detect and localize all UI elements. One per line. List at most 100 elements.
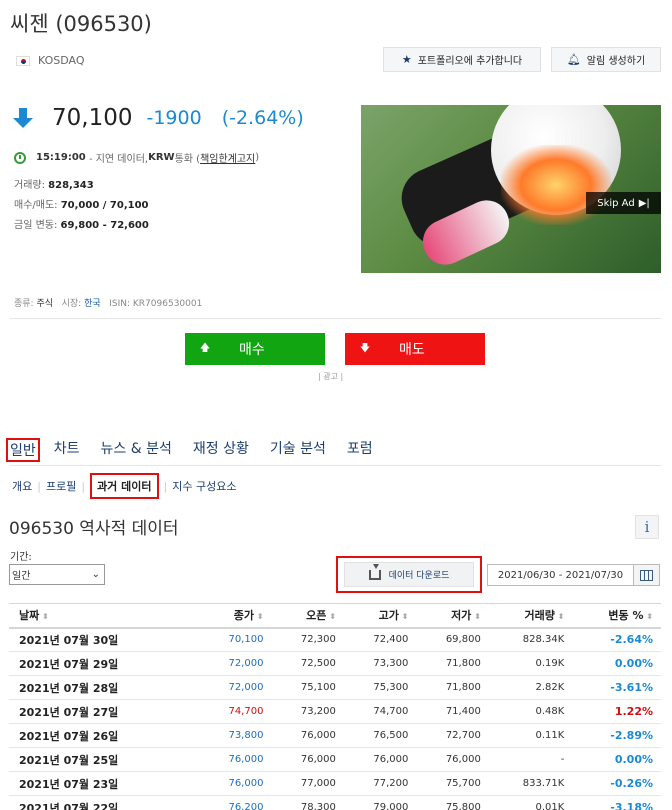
tab-forum[interactable]: 포럼	[347, 438, 373, 462]
sell-label: 매도	[399, 342, 425, 358]
disclaimer-link[interactable]: 책임한계고지	[200, 150, 255, 165]
skip-icon: ▶|	[638, 197, 650, 209]
sort-icon: ⬍	[253, 612, 264, 622]
tab-chart[interactable]: 차트	[54, 438, 80, 462]
tab-general[interactable]: 일반	[6, 438, 40, 462]
calendar-icon	[640, 569, 653, 581]
period-label: 기간:	[10, 552, 32, 563]
column-header-label: 오픈	[306, 609, 327, 623]
sort-icon: ⬍	[554, 612, 565, 622]
cell-volume: 833.71K	[488, 771, 573, 796]
day-range-value: 69,800 - 72,600	[60, 220, 149, 231]
download-data-button[interactable]: 데이터 다운로드	[344, 562, 474, 587]
calendar-button[interactable]	[634, 564, 660, 586]
subtab-overview[interactable]: 개요	[12, 478, 32, 494]
cell-close: 76,200	[199, 795, 272, 810]
price-area: 70,100 -1900 (-2.64%)	[12, 105, 304, 131]
cell-high: 72,400	[343, 627, 417, 652]
skip-ad-label: Skip Ad	[597, 197, 635, 209]
download-icon	[368, 563, 381, 580]
column-header-close[interactable]: 종가 ⬍	[199, 603, 272, 629]
market-label: 시장:	[61, 299, 85, 309]
bell-icon: 🔔︎	[566, 53, 581, 66]
subtab-historical-data[interactable]: 과거 데이터	[90, 473, 159, 499]
isin-value: KR7096530001	[132, 299, 203, 309]
isin-label: ISIN:	[109, 299, 133, 309]
sort-icon: ⬍	[39, 612, 49, 622]
cell-high: 79,000	[343, 795, 417, 810]
tab-financials[interactable]: 재정 상황	[193, 438, 249, 462]
table-row: 2021년 07월 29일 72,000 72,500 73,300 71,800 0.1…	[9, 651, 661, 676]
buy-label: 매수	[239, 342, 265, 358]
cell-date: 2021년 07월 27일	[9, 699, 199, 724]
skip-ad-button[interactable]: Skip Ad ▶|	[586, 192, 661, 214]
sort-icon: ⬍	[471, 612, 481, 622]
cell-volume: 828.34K	[488, 627, 573, 652]
video-ad[interactable]: Skip Ad ▶|	[361, 105, 661, 273]
main-tabs: 일반 차트 뉴스 & 분석 재정 상황 기술 분석 포럼	[6, 438, 394, 462]
column-header-change-pct[interactable]: 변동 % ⬍	[572, 603, 661, 629]
cell-volume: 0.19K	[488, 651, 573, 676]
column-header-date[interactable]: 날짜 ⬍	[9, 603, 199, 629]
sell-button[interactable]: 🡇 매도	[345, 333, 485, 365]
volume-row: 거래량: 828,343	[14, 176, 94, 191]
cell-date: 2021년 07월 22일	[9, 795, 199, 810]
subtab-profile[interactable]: 프로필	[46, 478, 76, 494]
column-header-high[interactable]: 고가 ⬍	[343, 603, 417, 629]
cell-open: 73,200	[271, 699, 344, 724]
cell-open: 72,500	[271, 651, 344, 676]
tab-technical[interactable]: 기술 분석	[270, 438, 326, 462]
cell-volume: -	[488, 747, 573, 772]
cell-low: 75,800	[416, 795, 489, 810]
star-icon: ★	[401, 53, 412, 66]
table-row: 2021년 07월 27일 74,700 73,200 74,700 71,400 0.4…	[9, 699, 661, 724]
cell-open: 76,000	[271, 723, 344, 748]
sort-icon: ⬍	[326, 612, 336, 622]
bidask-row: 매수/매도: 70,000 / 70,100	[14, 196, 149, 211]
cell-close: 72,000	[199, 651, 272, 676]
period-select[interactable]: 일간 ⌄	[9, 564, 105, 585]
cell-low: 71,800	[416, 651, 489, 676]
stock-meta: 종류: 주식 시장: 한국 ISIN: KR7096530001	[14, 296, 202, 309]
column-header-volume[interactable]: 거래량 ⬍	[488, 603, 573, 629]
create-alert-button[interactable]: 🔔︎ 알림 생성하기	[551, 47, 661, 72]
quote-time-row: 15:19:00 - 지연 데이터, KRW 통화 ( 책임한계고지 )	[14, 150, 259, 165]
cell-date: 2021년 07월 25일	[9, 747, 199, 772]
volume-label: 거래량:	[14, 180, 49, 191]
column-header-label: 거래량	[524, 609, 555, 623]
page-title: 096530 역사적 데이터	[9, 519, 179, 539]
cell-low: 71,400	[416, 699, 489, 724]
cell-open: 75,100	[271, 675, 344, 700]
column-header-low[interactable]: 저가 ⬍	[416, 603, 489, 629]
divider	[10, 465, 661, 466]
cell-change-pct: -0.26%	[572, 771, 661, 796]
cell-open: 77,000	[271, 771, 344, 796]
info-icon[interactable]: i	[635, 515, 659, 539]
table-row: 2021년 07월 30일 70,100 72,300 72,400 69,800 828…	[9, 627, 661, 652]
column-header-open[interactable]: 오픈 ⬍	[271, 603, 344, 629]
delay-note: - 지연 데이터,	[88, 154, 149, 165]
market-value[interactable]: 한국	[84, 299, 101, 309]
quote-time: 15:19:00	[36, 152, 86, 163]
subtab-index-components[interactable]: 지수 구성요소	[172, 478, 236, 494]
table-row: 2021년 07월 22일 76,200 78,300 79,000 75,800 0.0…	[9, 795, 661, 810]
cell-change-pct: 1.22%	[572, 699, 661, 724]
buy-button[interactable]: 🡅 매수	[185, 333, 325, 365]
cell-open: 72,300	[271, 627, 344, 652]
korea-flag-icon	[16, 55, 30, 66]
cell-open: 76,000	[271, 747, 344, 772]
price-change: -1900	[146, 107, 202, 129]
cell-high: 76,500	[343, 723, 417, 748]
cell-close: 73,800	[199, 723, 272, 748]
date-range-input[interactable]: 2021/06/30 - 2021/07/30	[487, 564, 634, 586]
price-change-percent: (-2.64%)	[221, 107, 304, 129]
download-label: 데이터 다운로드	[388, 571, 450, 581]
add-portfolio-button[interactable]: ★ 포트폴리오에 추가합니다	[383, 47, 541, 72]
cell-low: 72,700	[416, 723, 489, 748]
cell-close: 76,000	[199, 771, 272, 796]
cell-volume: 2.82K	[488, 675, 573, 700]
cell-volume: 0.48K	[488, 699, 573, 724]
cell-volume: 0.01K	[488, 795, 573, 810]
cell-date: 2021년 07월 28일	[9, 675, 199, 700]
tab-news[interactable]: 뉴스 & 분석	[101, 438, 172, 462]
